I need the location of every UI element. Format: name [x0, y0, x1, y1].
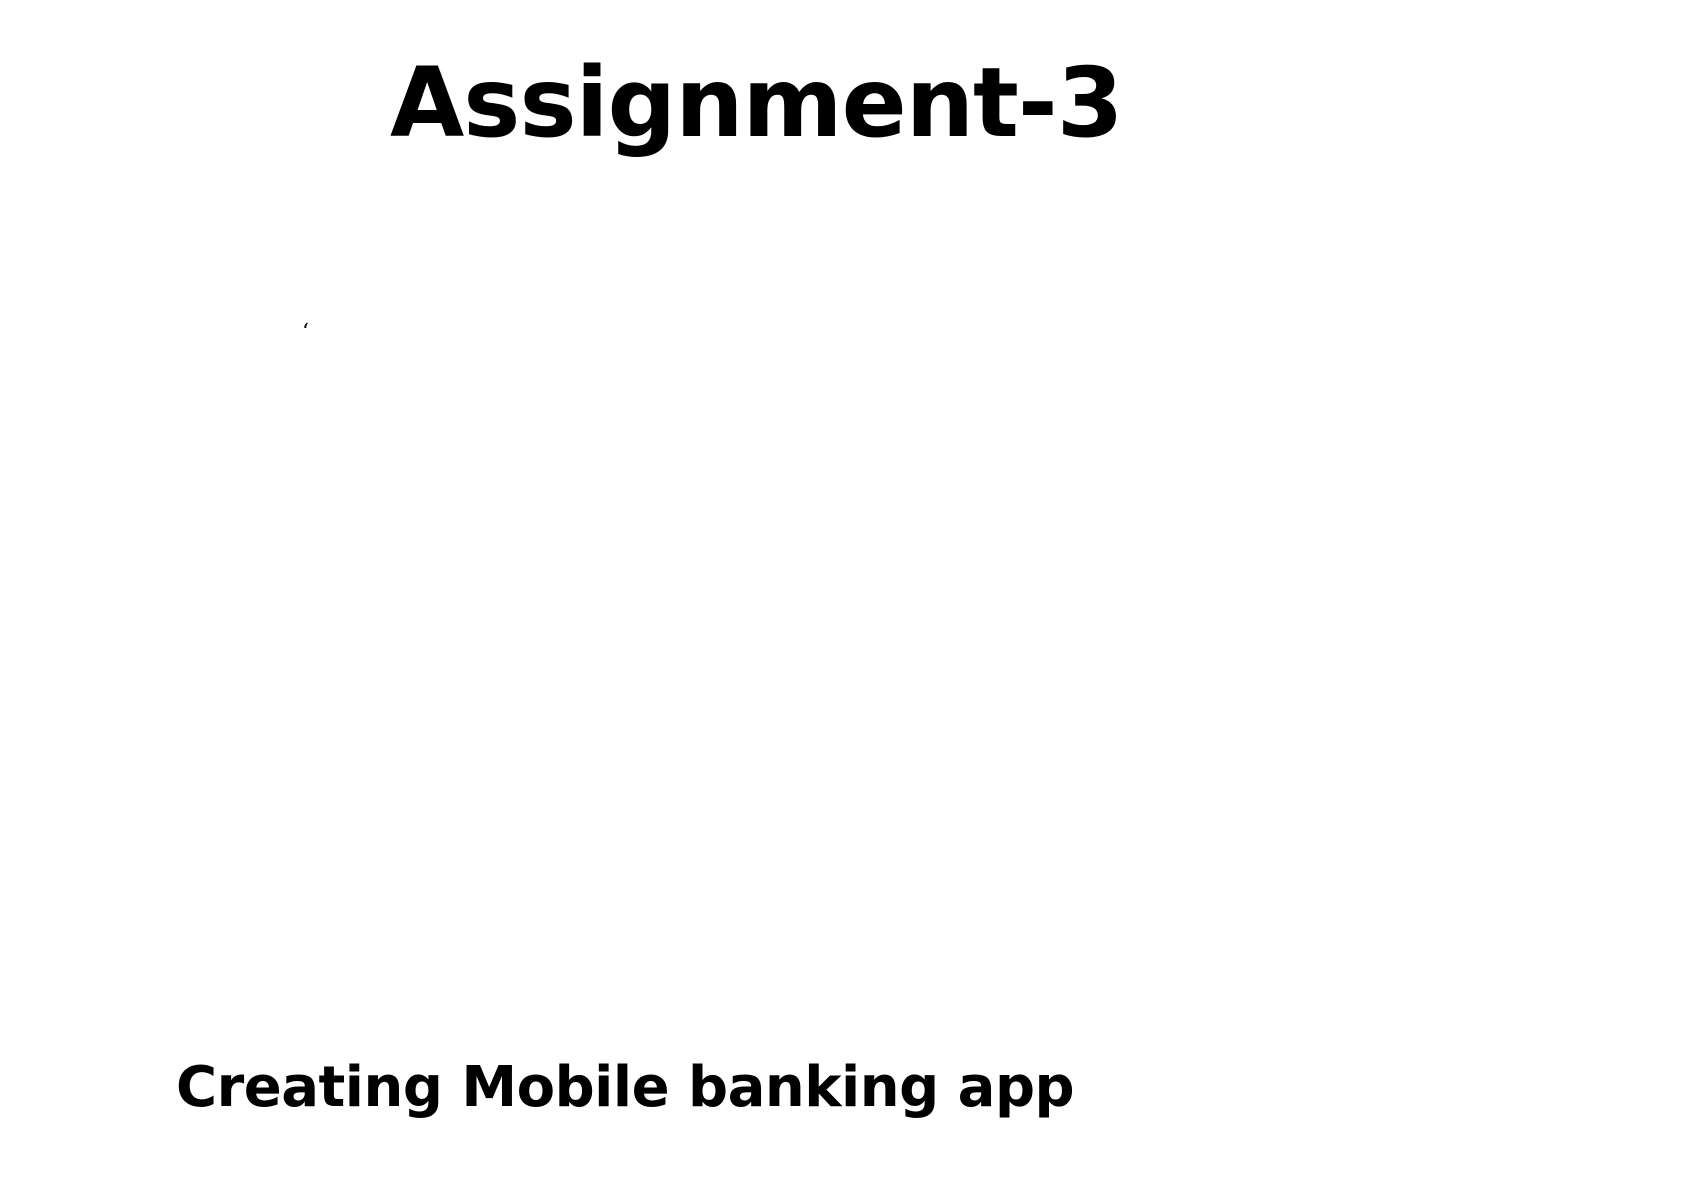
stray-mark: ʻ — [302, 320, 309, 345]
slide-subtitle: Creating Mobile banking app — [176, 1055, 1075, 1120]
slide-title: Assignment-3 — [390, 47, 1124, 159]
